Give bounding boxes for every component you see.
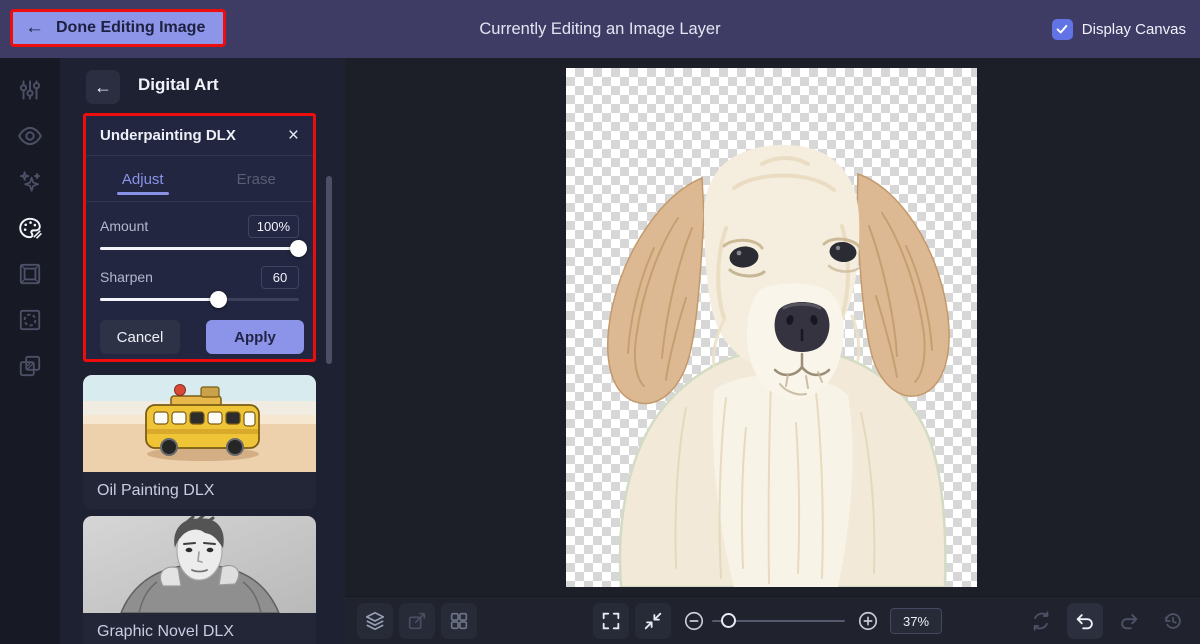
frame-icon[interactable]: [16, 260, 44, 288]
top-bar: ← Done Editing Image Currently Editing a…: [0, 0, 1200, 58]
slider-handle[interactable]: [290, 240, 307, 257]
zoom-slider[interactable]: [712, 613, 845, 628]
tab-adjust[interactable]: Adjust: [86, 157, 200, 201]
effect-card-oil-painting[interactable]: Oil Painting DLX: [83, 375, 316, 509]
palette-icon[interactable]: [16, 214, 44, 242]
amount-slider[interactable]: [100, 240, 307, 257]
slider-fill: [100, 298, 220, 301]
fit-screen-icon[interactable]: [635, 603, 671, 639]
sync-icon[interactable]: [1023, 603, 1059, 639]
cancel-button[interactable]: Cancel: [100, 320, 180, 354]
zoom-slider-handle[interactable]: [720, 613, 736, 628]
back-arrow-icon: ←: [25, 17, 44, 38]
puppy-image-layer: [607, 144, 950, 587]
tab-erase[interactable]: Erase: [200, 157, 314, 201]
undo-icon[interactable]: [1067, 603, 1103, 639]
amount-label: Amount: [100, 218, 149, 234]
layers-icon[interactable]: [357, 603, 393, 639]
underpainting-popup: Underpainting DLX × Adjust Erase Amount …: [83, 113, 316, 362]
panel-back-button[interactable]: ←: [86, 70, 120, 104]
zoom-in-icon[interactable]: [850, 603, 886, 639]
overlays-icon[interactable]: [16, 352, 44, 380]
done-editing-button[interactable]: ← Done Editing Image: [10, 9, 227, 47]
digital-art-panel: ← Digital Art Underpainting DLX × Adjust…: [60, 58, 345, 644]
panel-scrollbar[interactable]: [326, 176, 332, 364]
panel-title: Digital Art: [138, 75, 219, 94]
amount-value[interactable]: 100%: [247, 214, 299, 238]
sharpen-value[interactable]: 60: [261, 265, 299, 289]
tool-rail: [0, 58, 60, 644]
sparkles-icon[interactable]: [16, 168, 44, 196]
graphic-novel-thumbnail: [83, 516, 316, 613]
effect-label: Graphic Novel DLX: [97, 622, 234, 640]
fullscreen-icon[interactable]: [593, 603, 629, 639]
sharpen-row: Sharpen 60: [100, 264, 299, 290]
effect-card-graphic-novel[interactable]: Graphic Novel DLX: [83, 516, 316, 644]
texture-icon[interactable]: [16, 306, 44, 334]
slider-fill: [100, 247, 299, 250]
image-canvas[interactable]: [566, 68, 977, 587]
popup-title: Underpainting DLX: [100, 127, 236, 144]
popup-title-row: Underpainting DLX ×: [86, 116, 313, 156]
zoom-out-icon[interactable]: [676, 603, 712, 639]
amount-row: Amount 100%: [100, 213, 299, 239]
display-canvas-label: Display Canvas: [1081, 20, 1186, 38]
eye-icon[interactable]: [16, 122, 44, 150]
sharpen-label: Sharpen: [100, 269, 153, 285]
grid-view-icon[interactable]: [441, 603, 477, 639]
bottom-toolbar: 37%: [345, 596, 1200, 644]
back-arrow-icon: ←: [94, 76, 112, 97]
apply-button[interactable]: Apply: [206, 320, 304, 354]
checkbox-checked-icon[interactable]: [1051, 18, 1073, 40]
history-icon[interactable]: [1155, 603, 1191, 639]
display-canvas-toggle[interactable]: Display Canvas: [1051, 0, 1186, 58]
sharpen-slider[interactable]: [100, 291, 299, 308]
zoom-percentage[interactable]: 37%: [890, 608, 942, 634]
done-editing-label: Done Editing Image: [56, 19, 206, 36]
panel-header: ← Digital Art: [60, 58, 345, 116]
image-editor-app: ← Done Editing Image Currently Editing a…: [0, 0, 1200, 644]
slider-handle[interactable]: [210, 291, 228, 308]
adjust-sliders-icon[interactable]: [16, 76, 44, 104]
effect-label: Oil Painting DLX: [97, 481, 215, 499]
oil-painting-thumbnail: [83, 375, 316, 472]
close-icon[interactable]: ×: [288, 126, 299, 145]
redo-icon[interactable]: [1111, 603, 1147, 639]
transform-icon[interactable]: [399, 603, 435, 639]
popup-tabs: Adjust Erase: [86, 157, 313, 202]
